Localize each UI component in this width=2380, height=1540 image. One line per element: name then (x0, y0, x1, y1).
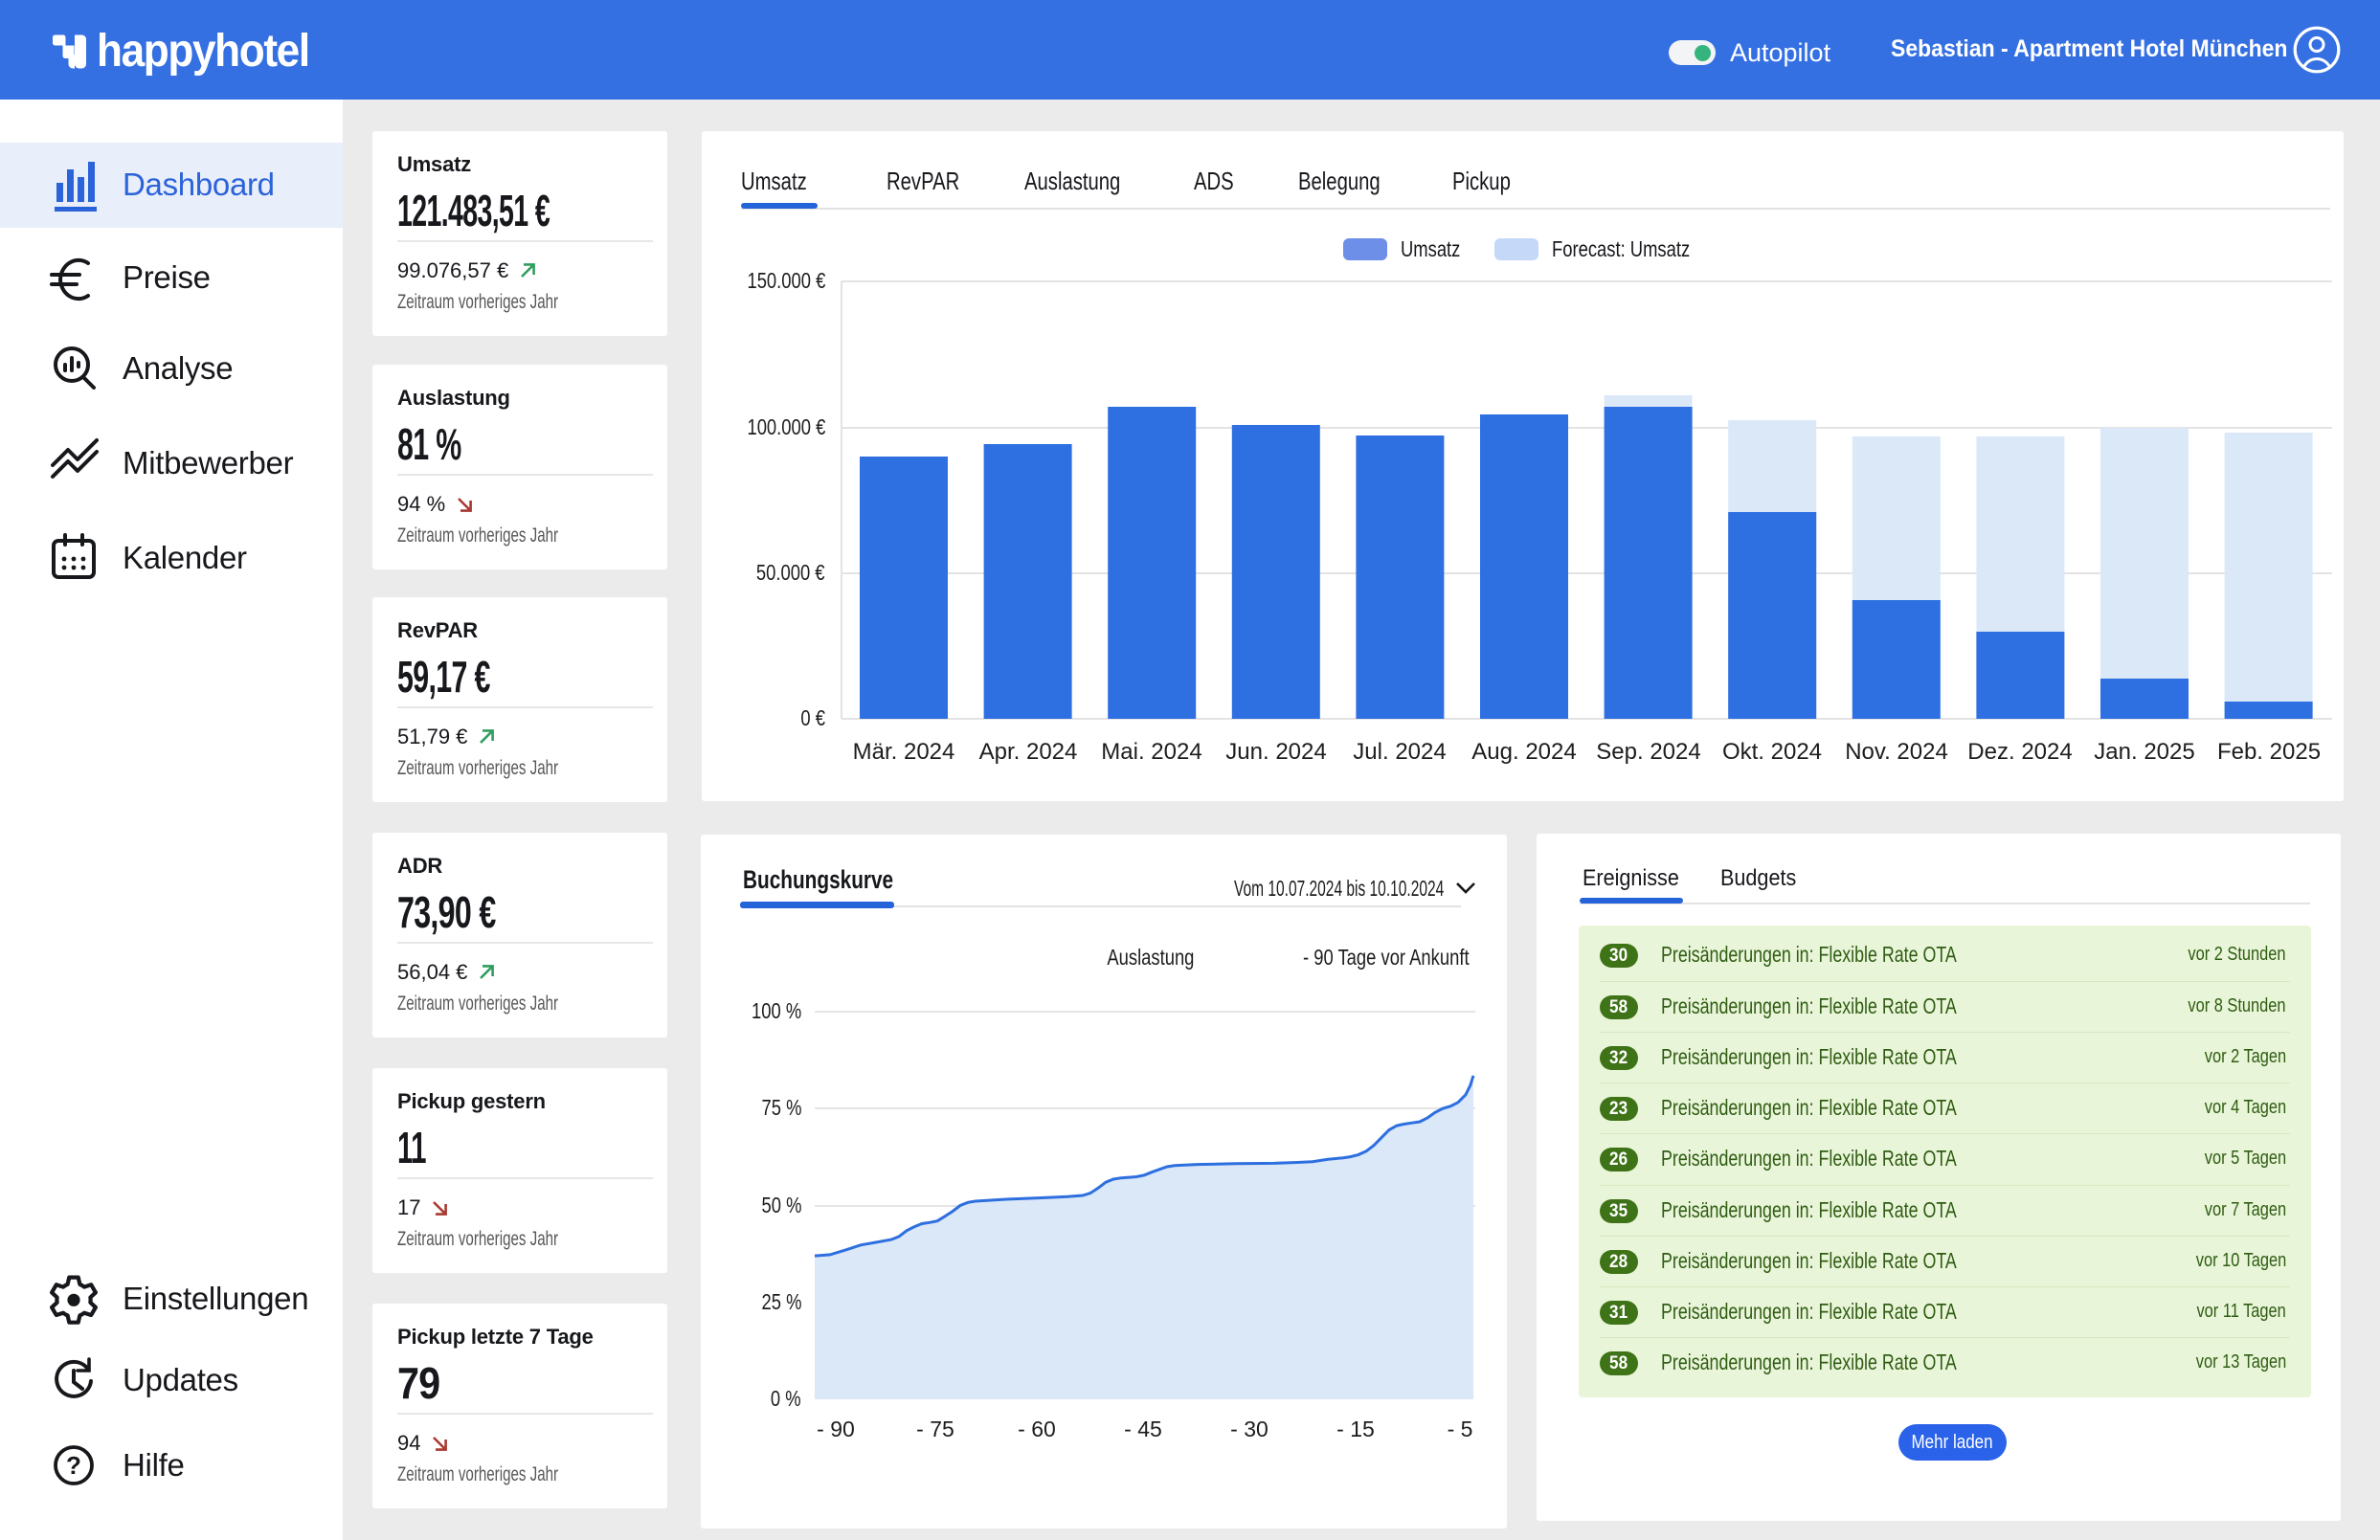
svg-text:?: ? (66, 1451, 81, 1480)
